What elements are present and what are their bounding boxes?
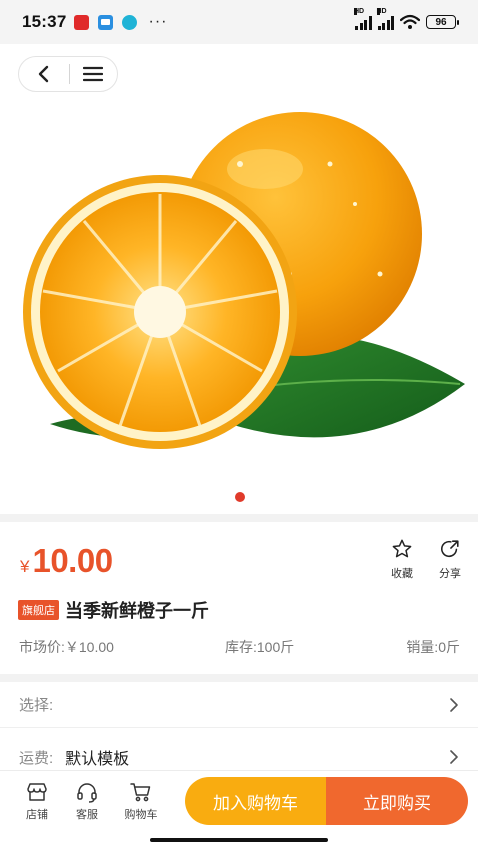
shipping-value: 默认模板 [65, 751, 130, 768]
buy-now-button[interactable]: 立即购买 [326, 777, 468, 825]
message-notification-icon [98, 14, 114, 30]
headset-icon [77, 782, 97, 803]
purchase-buttons: 加入购物车 立即购买 [185, 777, 468, 825]
shipping-label: 运费: [19, 749, 54, 767]
store-icon [27, 782, 47, 801]
signal-icon: HD [354, 7, 372, 30]
select-spec-row[interactable]: 选择: [0, 682, 478, 728]
bottom-action-bar: 店铺 客服 购物车 加入购物车 立即购买 [0, 770, 478, 830]
hamburger-menu-icon [83, 66, 104, 82]
product-image-gallery[interactable] [0, 44, 478, 514]
select-label: 选择: [19, 697, 54, 714]
app-notification-icon [74, 14, 90, 30]
signal-hd-badge: HD [354, 7, 365, 15]
flagship-store-badge: 旗舰店 [18, 600, 59, 620]
cart-label: 购物车 [124, 808, 158, 821]
status-bar: 15:37 ··· HD HD 96 [0, 0, 478, 44]
status-time: 15:37 [22, 12, 67, 31]
share-label: 分享 [439, 568, 461, 580]
cart-button[interactable]: 购物车 [116, 780, 166, 822]
service-label: 客服 [76, 808, 98, 821]
shopping-cart-icon [130, 782, 151, 801]
chevron-right-icon [450, 750, 458, 764]
price: ¥ 10.00 [20, 542, 113, 580]
wifi-icon [400, 14, 420, 29]
battery-icon: 96 [426, 15, 459, 29]
stock-count: 库存:100斤 [225, 639, 295, 655]
chevron-left-icon [38, 65, 48, 83]
product-options: 选择: 运费: 默认模板 [0, 682, 478, 772]
nav-capsule [18, 56, 118, 92]
store-button[interactable]: 店铺 [12, 780, 62, 822]
product-title: 当季新鲜橙子一斤 [65, 601, 209, 621]
share-button[interactable]: 分享 [428, 538, 472, 581]
star-icon [392, 539, 412, 558]
chevron-right-icon [450, 697, 458, 712]
product-info-card: ¥ 10.00 收藏 分享 旗舰店 当季新鲜橙子一斤 市场价:￥10.00 库存… [0, 522, 478, 674]
customer-service-button[interactable]: 客服 [62, 780, 112, 822]
add-to-cart-button[interactable]: 加入购物车 [185, 777, 326, 825]
currency-symbol: ¥ [20, 557, 30, 576]
price-value: 10.00 [32, 542, 113, 579]
more-notifications-icon: ··· [148, 13, 168, 30]
signal-icon: HD [376, 7, 394, 30]
system-indicators: HD HD 96 [354, 7, 459, 30]
home-indicator[interactable] [150, 838, 328, 842]
market-price: 市场价:￥10.00 [19, 639, 114, 655]
notification-icons: ··· [74, 13, 167, 31]
signal-hd-badge: HD [376, 7, 387, 15]
gallery-indicator-dot[interactable] [235, 492, 245, 502]
chat-notification-icon [122, 14, 138, 30]
product-detail-page: 15:37 ··· HD HD 96 ¥ 10.00 收藏 分享 旗舰店 当季新… [0, 0, 478, 850]
title-row: 旗舰店 当季新鲜橙子一斤 [18, 597, 209, 623]
sales-count: 销量:0斤 [406, 639, 460, 655]
store-label: 店铺 [26, 808, 48, 821]
favorite-button[interactable]: 收藏 [380, 538, 424, 581]
back-button[interactable] [19, 56, 69, 92]
menu-button[interactable] [69, 56, 117, 92]
share-icon [440, 540, 459, 558]
favorite-label: 收藏 [391, 568, 413, 580]
product-photo-orange [23, 112, 465, 449]
